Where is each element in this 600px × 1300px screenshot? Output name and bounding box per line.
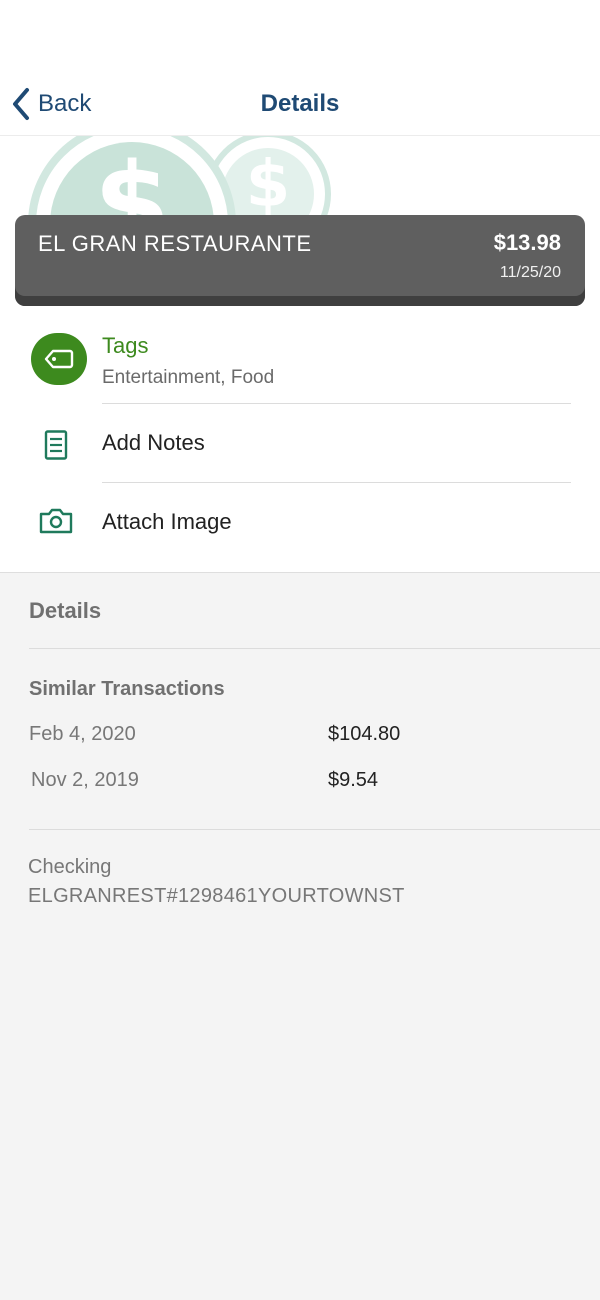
similar-transactions-list: Feb 4, 2020 $104.80 Nov 2, 2019 $9.54 (29, 723, 569, 815)
similar-transaction-amount: $9.54 (328, 769, 379, 791)
add-notes-label: Add Notes (102, 430, 205, 455)
similar-transaction-row[interactable]: Nov 2, 2019 $9.54 (29, 769, 569, 815)
divider (29, 648, 600, 649)
details-header: Details (29, 598, 102, 623)
tags-value: Entertainment, Food (102, 367, 275, 388)
account-name: Checking (28, 856, 112, 878)
camera-icon (39, 508, 73, 534)
similar-transaction-date: Nov 2, 2019 (31, 769, 139, 791)
merchant-name: EL GRAN RESTAURANTE (38, 231, 312, 256)
tag-icon (31, 333, 87, 385)
attach-image-row[interactable]: Attach Image (0, 483, 600, 561)
details-section: Details Similar Transactions Feb 4, 2020… (0, 572, 600, 1300)
transaction-summary-card: EL GRAN RESTAURANTE $13.98 11/25/20 (15, 215, 585, 306)
transaction-amount: $13.98 (493, 230, 561, 255)
svg-text:$: $ (246, 148, 291, 222)
similar-transaction-date: Feb 4, 2020 (29, 723, 136, 745)
divider (29, 829, 600, 830)
transaction-hero: $ $ EL GRAN RESTAURANTE $13.98 11/25/20 … (0, 136, 600, 572)
transaction-date: 11/25/20 (499, 264, 561, 281)
similar-transaction-row[interactable]: Feb 4, 2020 $104.80 (29, 723, 569, 769)
attach-image-label: Attach Image (102, 509, 232, 534)
tags-title: Tags (102, 333, 149, 358)
notes-icon (44, 430, 68, 460)
similar-transactions-title: Similar Transactions (29, 678, 225, 700)
page-title: Details (260, 90, 340, 117)
tags-row[interactable]: Tags Entertainment, Food (0, 327, 600, 404)
status-bar-area (0, 0, 600, 70)
add-notes-row[interactable]: Add Notes (0, 404, 600, 483)
navigation-bar: Back Details (0, 70, 600, 136)
transaction-description: ELGRANREST#1298461YOURTOWNST (28, 885, 405, 907)
similar-transaction-amount: $104.80 (328, 723, 401, 745)
